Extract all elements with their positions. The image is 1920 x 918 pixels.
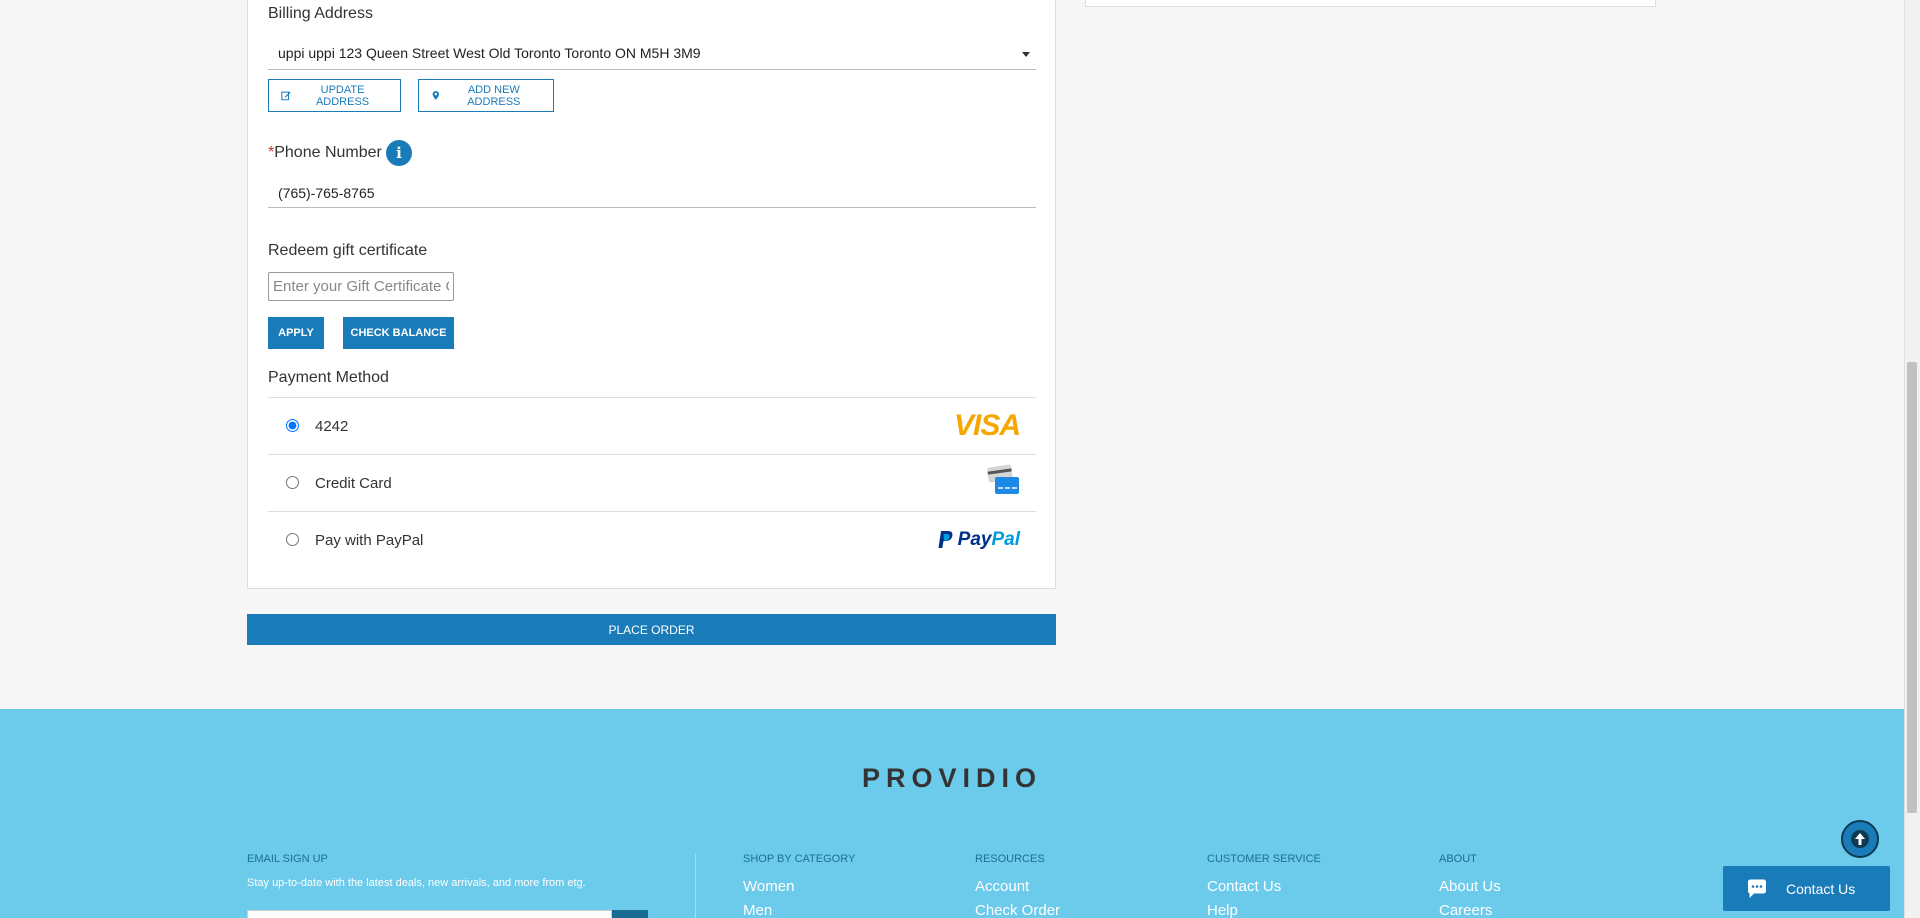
phone-number-label: *Phone Number <box>268 144 382 162</box>
visa-logo-text: VISA <box>953 409 1021 442</box>
payment-option-paypal[interactable]: Pay with PayPal PayPal <box>268 511 1036 568</box>
checkout-page: Billing Address uppi uppi 123 Queen Stre… <box>0 0 1904 918</box>
credit-card-icon <box>986 464 1020 503</box>
footer-link-careers[interactable]: Careers <box>1439 902 1492 918</box>
place-order-button[interactable]: PLACE ORDER <box>247 614 1056 645</box>
gift-certificate-input[interactable] <box>268 272 454 301</box>
payment-option-label: Credit Card <box>315 474 392 492</box>
paypal-logo-text-1: Pay <box>957 529 992 550</box>
footer-heading-about: ABOUT <box>1439 853 1477 865</box>
phone-number-label-text: Phone Number <box>274 144 382 161</box>
paypal-logo: PayPal <box>937 529 1020 551</box>
add-new-address-label: ADD NEW ADDRESS <box>467 83 521 108</box>
footer-link-help[interactable]: Help <box>1207 902 1238 918</box>
info-icon[interactable]: i <box>386 140 412 166</box>
footer-divider <box>695 853 696 918</box>
email-signup-text: Stay up-to-date with the latest deals, n… <box>247 877 586 889</box>
payment-option-label: 4242 <box>315 417 349 435</box>
billing-address-label: Billing Address <box>268 5 373 22</box>
footer-link-contact-us[interactable]: Contact Us <box>1207 878 1281 895</box>
payment-method-label: Payment Method <box>268 369 389 386</box>
footer-heading-customer-service: CUSTOMER SERVICE <box>1207 853 1321 865</box>
order-summary-card <box>1085 0 1656 7</box>
update-address-label: UPDATE ADDRESS <box>315 83 370 108</box>
site-footer: PROVIDIO EMAIL SIGN UP Stay up-to-date w… <box>0 709 1904 918</box>
apply-button[interactable]: APPLY <box>268 317 324 349</box>
billing-address-value: uppi uppi 123 Queen Street West Old Toro… <box>278 45 701 61</box>
page-scrollbar-thumb[interactable] <box>1907 362 1917 813</box>
footer-link-check-order[interactable]: Check Order <box>975 902 1060 918</box>
payment-radio-saved-card[interactable] <box>286 419 299 432</box>
payment-option-label: Pay with PayPal <box>315 531 424 549</box>
update-address-button[interactable]: UPDATE ADDRESS <box>268 79 401 112</box>
arrow-up-icon <box>1851 830 1869 848</box>
chat-bubble-icon <box>1748 879 1766 898</box>
check-balance-button[interactable]: CHECK BALANCE <box>343 317 454 349</box>
visa-logo: VISA <box>953 409 1021 443</box>
map-pin-icon <box>432 91 440 100</box>
gift-certificate-label: Redeem gift certificate <box>268 242 428 259</box>
footer-heading-shop-by-category: SHOP BY CATEGORY <box>743 853 856 865</box>
phone-number-input[interactable] <box>268 178 1036 208</box>
edit-icon <box>281 91 291 101</box>
add-new-address-button[interactable]: ADD NEW ADDRESS <box>418 79 554 112</box>
billing-address-select[interactable]: uppi uppi 123 Queen Street West Old Toro… <box>268 40 1036 70</box>
contact-us-chat-button[interactable]: Contact Us <box>1723 866 1890 911</box>
payment-option-saved-card[interactable]: 4242 VISA <box>268 397 1036 454</box>
payment-radio-credit-card[interactable] <box>286 476 299 489</box>
footer-link-account[interactable]: Account <box>975 878 1029 895</box>
email-signup-submit-button[interactable] <box>612 910 648 918</box>
chevron-down-icon <box>1022 52 1030 57</box>
scroll-to-top-button[interactable] <box>1841 820 1879 858</box>
email-signup-heading: EMAIL SIGN UP <box>247 853 328 865</box>
footer-heading-resources: RESOURCES <box>975 853 1045 865</box>
footer-brand-logo: PROVIDIO <box>861 763 1043 793</box>
payment-radio-paypal[interactable] <box>286 533 299 546</box>
footer-link-about-us[interactable]: About Us <box>1439 878 1501 895</box>
contact-us-chat-label: Contact Us <box>1786 880 1856 897</box>
paypal-logo-text-2: Pal <box>991 529 1020 550</box>
paypal-p-icon <box>938 531 953 548</box>
footer-link-men[interactable]: Men <box>743 902 772 918</box>
footer-link-women[interactable]: Women <box>743 878 794 895</box>
email-signup-input[interactable] <box>247 910 612 918</box>
payment-option-credit-card[interactable]: Credit Card <box>268 454 1036 511</box>
